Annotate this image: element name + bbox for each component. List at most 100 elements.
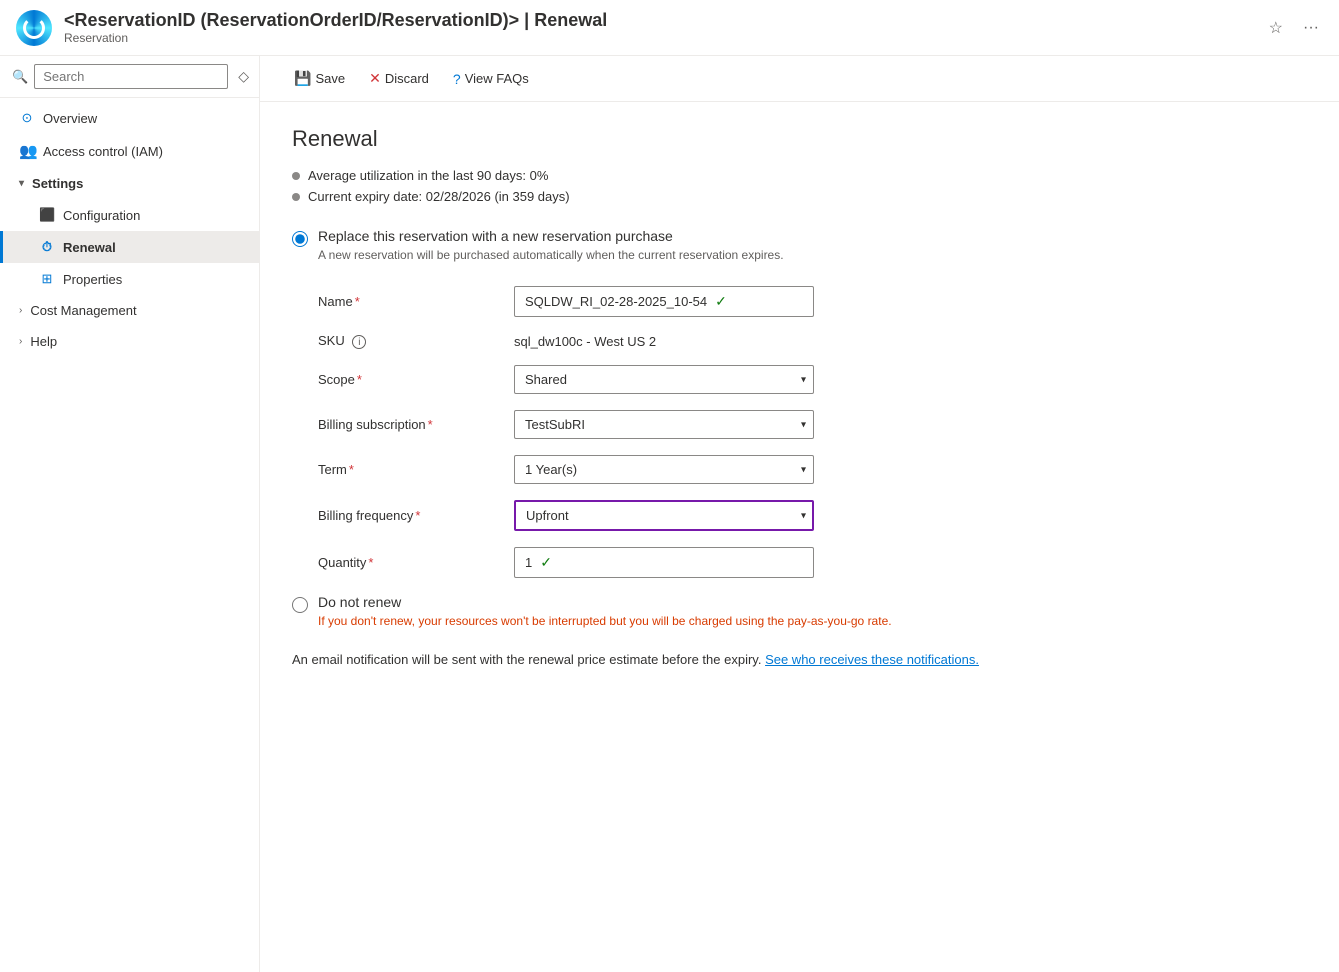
utilization-info: Average utilization in the last 90 days:… (292, 168, 1228, 183)
replace-radio-label: Replace this reservation with a new rese… (318, 228, 784, 244)
name-check-icon: ✓ (715, 293, 727, 310)
sidebar-item-renewal[interactable]: ⏱ Renewal (0, 231, 259, 263)
term-select-wrapper: 1 Year(s) 3 Year(s) ▾ (514, 455, 814, 484)
help-expand-icon: › (19, 336, 22, 347)
do-not-renew-label-block: Do not renew If you don't renew, your re… (318, 594, 892, 628)
cost-expand-icon: › (19, 305, 22, 316)
save-button[interactable]: 💾 Save (284, 64, 355, 93)
scope-select[interactable]: Shared Single subscription Single resour… (514, 365, 814, 394)
sku-label: SKU i (318, 333, 498, 349)
do-not-renew-radio-sublabel: If you don't renew, your resources won't… (318, 614, 892, 628)
top-header: <ReservationID (ReservationOrderID/Reser… (0, 0, 1339, 56)
info-dot-1 (292, 172, 300, 180)
pin-button[interactable]: ◇ (234, 66, 253, 87)
toolbar: 💾 Save ✕ Discard ? View FAQs (260, 56, 1339, 102)
name-value: SQLDW_RI_02-28-2025_10-54 (525, 294, 707, 309)
save-icon: 💾 (294, 70, 311, 87)
sidebar-item-label: Renewal (63, 240, 116, 255)
sidebar-item-configuration[interactable]: ⬛ Configuration (0, 199, 259, 231)
app-logo (16, 10, 52, 46)
discard-icon: ✕ (369, 70, 381, 87)
page-main-title: <ReservationID (ReservationOrderID/Reser… (64, 10, 1265, 31)
name-input-display[interactable]: SQLDW_RI_02-28-2025_10-54 ✓ (514, 286, 814, 317)
do-not-renew-radio-input[interactable] (292, 597, 308, 613)
search-input[interactable] (34, 64, 228, 89)
term-select[interactable]: 1 Year(s) 3 Year(s) (514, 455, 814, 484)
form-fields: Name* SQLDW_RI_02-28-2025_10-54 ✓ SKU i (292, 286, 1228, 594)
quantity-input-display[interactable]: 1 ✓ (514, 547, 814, 578)
email-notice-link[interactable]: See who receives these notifications. (765, 652, 979, 667)
replace-radio-sublabel: A new reservation will be purchased auto… (318, 248, 784, 262)
scope-row: Scope* Shared Single subscription Single… (318, 365, 1228, 394)
billing-frequency-select-wrapper: Upfront Monthly ▾ (514, 500, 814, 531)
billing-frequency-label: Billing frequency* (318, 508, 498, 523)
sidebar-item-label: Properties (63, 272, 122, 287)
sidebar-item-label: Help (30, 334, 57, 349)
replace-radio-input[interactable] (292, 231, 308, 247)
billing-subscription-row: Billing subscription* TestSubRI ▾ (318, 410, 1228, 439)
term-row: Term* 1 Year(s) 3 Year(s) ▾ (318, 455, 1228, 484)
faq-icon: ? (453, 71, 461, 87)
more-options-button[interactable]: ··· (1299, 15, 1323, 41)
header-title-block: <ReservationID (ReservationOrderID/Reser… (64, 10, 1265, 45)
sidebar-item-properties[interactable]: ⊞ Properties (0, 263, 259, 295)
properties-icon: ⊞ (39, 271, 55, 287)
quantity-value: 1 (525, 555, 532, 570)
expiry-info: Current expiry date: 02/28/2026 (in 359 … (292, 189, 1228, 204)
billing-subscription-label: Billing subscription* (318, 417, 498, 432)
sidebar-item-help[interactable]: › Help (0, 326, 259, 357)
info-dot-2 (292, 193, 300, 201)
sku-info-icon[interactable]: i (352, 335, 366, 349)
sidebar-item-label: Settings (32, 176, 83, 191)
favorite-button[interactable]: ☆ (1265, 14, 1287, 42)
scope-label: Scope* (318, 372, 498, 387)
sidebar-item-label: Configuration (63, 208, 140, 223)
page-content: Renewal Average utilization in the last … (260, 102, 1260, 691)
quantity-check-icon: ✓ (540, 554, 552, 571)
email-notice: An email notification will be sent with … (292, 652, 1228, 667)
name-label: Name* (318, 294, 498, 309)
sidebar-item-label: Cost Management (30, 303, 136, 318)
sidebar-search-row: 🔍 ◇ 《 (0, 56, 259, 98)
sidebar-item-settings[interactable]: ▾ Settings (0, 168, 259, 199)
sku-row: SKU i sql_dw100c - West US 2 (318, 333, 1228, 349)
discard-button[interactable]: ✕ Discard (359, 64, 439, 93)
sidebar-nav: ⊙ Overview 👥 Access control (IAM) ▾ Sett… (0, 98, 259, 361)
name-row: Name* SQLDW_RI_02-28-2025_10-54 ✓ (318, 286, 1228, 317)
sidebar: 🔍 ◇ 《 ⊙ Overview 👥 Access control (IAM) … (0, 56, 260, 972)
replace-label-block: Replace this reservation with a new rese… (318, 228, 784, 262)
search-icon: 🔍 (12, 69, 28, 85)
sidebar-item-label: Overview (43, 111, 97, 126)
page-title: Renewal (292, 126, 1228, 152)
replace-radio-option: Replace this reservation with a new rese… (292, 228, 1228, 262)
iam-icon: 👥 (19, 142, 35, 160)
view-faqs-button[interactable]: ? View FAQs (443, 65, 539, 93)
renewal-icon: ⏱ (39, 239, 55, 255)
quantity-label: Quantity* (318, 555, 498, 570)
utilization-text: Average utilization in the last 90 days:… (308, 168, 548, 183)
sidebar-item-label: Access control (IAM) (43, 144, 163, 159)
sku-value: sql_dw100c - West US 2 (514, 334, 656, 349)
do-not-renew-radio-option: Do not renew If you don't renew, your re… (292, 594, 1228, 628)
sidebar-item-overview[interactable]: ⊙ Overview (0, 102, 259, 134)
term-label: Term* (318, 462, 498, 477)
billing-frequency-row: Billing frequency* Upfront Monthly ▾ (318, 500, 1228, 531)
page-subtitle: Reservation (64, 31, 1265, 45)
configuration-icon: ⬛ (39, 207, 55, 223)
scope-select-wrapper: Shared Single subscription Single resour… (514, 365, 814, 394)
billing-subscription-select[interactable]: TestSubRI (514, 410, 814, 439)
overview-icon: ⊙ (19, 110, 35, 126)
header-actions: ☆ ··· (1265, 14, 1323, 42)
billing-subscription-select-wrapper: TestSubRI ▾ (514, 410, 814, 439)
content-area: 💾 Save ✕ Discard ? View FAQs Renewal Ave… (260, 56, 1339, 972)
settings-expand-icon: ▾ (19, 178, 24, 189)
billing-frequency-select[interactable]: Upfront Monthly (514, 500, 814, 531)
sidebar-item-cost-management[interactable]: › Cost Management (0, 295, 259, 326)
do-not-renew-radio-label: Do not renew (318, 594, 892, 610)
expiry-text: Current expiry date: 02/28/2026 (in 359 … (308, 189, 570, 204)
main-layout: 🔍 ◇ 《 ⊙ Overview 👥 Access control (IAM) … (0, 56, 1339, 972)
quantity-row: Quantity* 1 ✓ (318, 547, 1228, 578)
form-section: Replace this reservation with a new rese… (292, 228, 1228, 667)
sidebar-item-iam[interactable]: 👥 Access control (IAM) (0, 134, 259, 168)
email-notice-text: An email notification will be sent with … (292, 652, 761, 667)
